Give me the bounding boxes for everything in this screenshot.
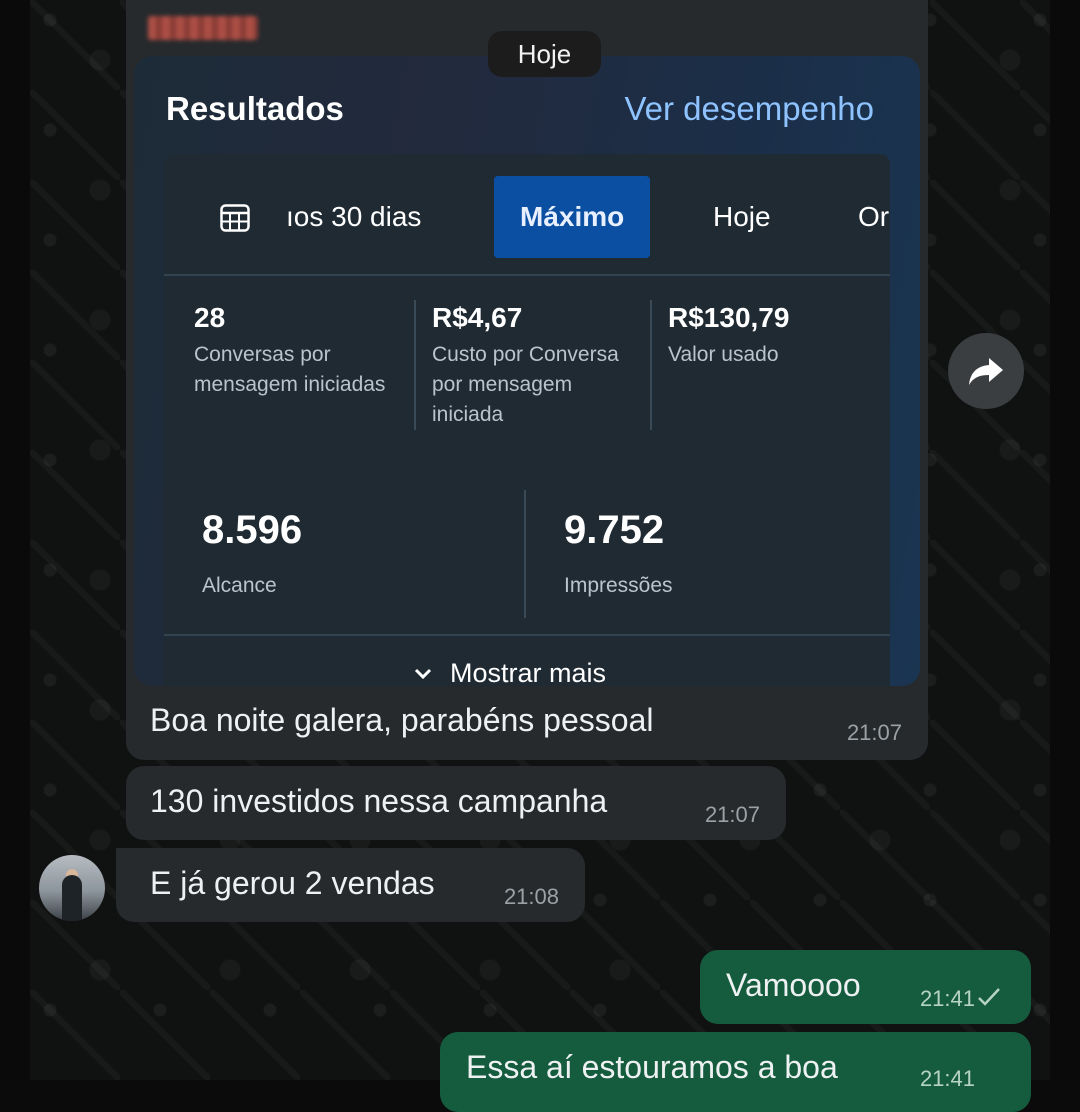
results-panel: ıos 30 dias Máximo Hoje Or 28 Conversas …: [164, 154, 890, 686]
message-bubble-in[interactable]: 130 investidos nessa campanha 21:07: [126, 766, 786, 840]
reach-value: 8.596: [202, 508, 303, 552]
metric-label: Valor usado: [668, 343, 779, 366]
message-text: Vamoooo: [726, 967, 861, 1003]
message-bubble-in[interactable]: Boa noite galera, parabéns pessoal 21:07: [126, 688, 928, 758]
message-time: 21:41: [919, 986, 975, 1011]
chevron-down-icon: [414, 668, 432, 679]
forward-icon: [969, 358, 1003, 385]
sender-name-redacted: [148, 16, 258, 40]
tab-maximum[interactable]: Máximo: [494, 176, 651, 258]
avatar[interactable]: [39, 855, 105, 921]
impressions-value: 9.752: [564, 508, 665, 552]
check-icon: [978, 988, 1000, 1006]
results-title: Resultados: [166, 90, 344, 127]
metric-value: R$4,67: [432, 302, 523, 333]
tab-last-30-days[interactable]: ıos 30 dias: [286, 176, 421, 258]
show-more-button[interactable]: Mostrar mais: [414, 658, 606, 686]
shared-screenshot[interactable]: Resultados Ver desempenho ıos 30 dias Má…: [134, 56, 920, 686]
divider: [164, 634, 890, 636]
message-text: E já gerou 2 vendas: [150, 865, 435, 901]
divider: [524, 490, 526, 618]
show-more-label: Mostrar mais: [450, 658, 607, 686]
reach-label: Alcance: [202, 574, 277, 597]
message-text: 130 investidos nessa campanha: [150, 783, 608, 819]
metric-amount-spent: R$130,79 Valor usado: [668, 302, 868, 370]
message-text: Essa aí estouramos a boa: [466, 1049, 838, 1085]
metric-label: Conversas por mensagem iniciadas: [194, 343, 386, 396]
date-chip: Hoje: [488, 31, 601, 77]
metric-cost-per-conversation: R$4,67 Custo por Conversa por mensagem i…: [432, 302, 647, 430]
message-bubble-out[interactable]: Vamoooo 21:41: [700, 950, 1031, 1024]
message-time: 21:07: [704, 802, 760, 827]
see-performance-link[interactable]: Ver desempenho: [624, 90, 874, 128]
date-range-tabs: ıos 30 dias Máximo Hoje Or: [164, 154, 890, 276]
metric-conversations: 28 Conversas por mensagem iniciadas: [194, 302, 409, 400]
avatar-body: [62, 875, 82, 921]
message-time: 21:07: [846, 720, 902, 745]
metric-value: 28: [194, 302, 226, 333]
left-edge: [0, 0, 30, 1080]
divider: [650, 300, 652, 430]
right-edge: [1050, 0, 1080, 1080]
tab-other[interactable]: Or: [858, 176, 889, 258]
tab-today[interactable]: Hoje: [713, 176, 771, 258]
metric-value: R$130,79: [668, 302, 790, 333]
impressions-label: Impressões: [564, 574, 673, 597]
message-time: 21:41: [919, 1066, 975, 1091]
forward-button[interactable]: [948, 333, 1024, 409]
message-bubble-out[interactable]: Essa aí estouramos a boa 21:41: [440, 1032, 1031, 1112]
metric-label: Custo por Conversa por mensagem iniciada: [432, 343, 619, 426]
message-text: Boa noite galera, parabéns pessoal: [150, 702, 654, 738]
message-time: 21:08: [503, 884, 559, 909]
divider: [414, 300, 416, 430]
calendar-icon[interactable]: [220, 204, 250, 232]
message-bubble-in[interactable]: E já gerou 2 vendas 21:08: [116, 848, 585, 922]
